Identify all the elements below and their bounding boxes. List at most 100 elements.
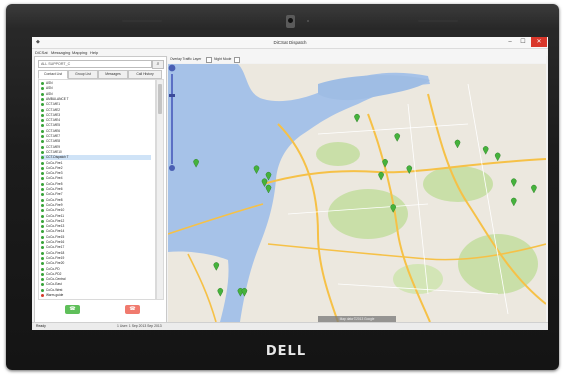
list-item[interactable]: CCT-ME8 [41, 139, 151, 144]
zoom-slider-thumb[interactable] [169, 94, 175, 97]
hangup-button[interactable]: ☎ [125, 305, 140, 314]
list-item[interactable]: CoCo-Fire16 [41, 240, 151, 245]
list-item[interactable]: CoCo-Fire2 [41, 166, 151, 171]
tab-contact-list[interactable]: Contact List [38, 70, 68, 79]
list-item-label: CoCo-Fire16 [46, 240, 65, 244]
list-item[interactable]: CoCo-Fire4 [41, 176, 151, 181]
list-item-label: CoCo-Fire7 [46, 192, 63, 197]
status-dot-icon [41, 161, 44, 165]
list-item[interactable]: CoCo-Fire7 [41, 192, 151, 197]
list-item[interactable]: CoCo-Fire9 [41, 203, 151, 208]
zoom-out-icon[interactable] [169, 165, 175, 171]
list-item[interactable]: ASN [41, 92, 151, 97]
call-button[interactable]: ☎ [65, 305, 80, 314]
zoom-slider-track[interactable] [171, 74, 173, 164]
search-icon[interactable]: ⌕ [152, 60, 164, 69]
list-item[interactable]: CoCo-Fire3 [41, 171, 151, 176]
list-item[interactable]: CCT-ME10 [41, 150, 151, 155]
map-marker-icon[interactable] [494, 152, 501, 162]
status-dot-icon [41, 256, 44, 260]
night-mode-checkbox[interactable] [234, 57, 240, 63]
list-item[interactable]: CCT-ME5 [41, 123, 151, 128]
window-title: DiCSat Dispatch [273, 40, 307, 45]
list-scrollbar-thumb[interactable] [158, 84, 162, 114]
list-item[interactable]: CoCo-Fire8 [41, 198, 151, 203]
list-item[interactable]: CoCo-PD [41, 267, 151, 272]
map-marker-icon[interactable] [511, 178, 517, 188]
zoom-control[interactable] [168, 64, 176, 172]
list-item[interactable]: CoCo-Fire20 [41, 261, 151, 266]
list-item[interactable]: Warm-guide [41, 293, 151, 298]
close-button[interactable]: ✕ [531, 37, 547, 47]
traffic-layer-checkbox[interactable] [206, 57, 212, 63]
menu-mapping[interactable]: Mapping [72, 50, 87, 55]
list-item[interactable]: CoCo-East [41, 282, 151, 287]
list-scrollbar[interactable] [156, 79, 164, 300]
list-item-label: CCT-ME5 [46, 123, 60, 128]
list-item[interactable]: ASN [41, 86, 151, 91]
tab-messages[interactable]: Messages [98, 70, 128, 79]
map-marker-icon[interactable] [394, 133, 400, 142]
pan-control-icon[interactable] [168, 64, 176, 72]
sf-peninsula-land [168, 251, 229, 322]
list-item[interactable]: CoCo-Central [41, 277, 151, 282]
map-marker-icon[interactable] [454, 139, 461, 149]
list-item[interactable]: CCT-ME9 [41, 145, 151, 150]
list-item-label: CoCo-West [46, 287, 63, 292]
list-item[interactable]: CoCo-Fire18 [41, 251, 151, 256]
list-item[interactable]: AMBULANCE T [41, 97, 151, 102]
list-item[interactable]: CoCo-Fire12 [41, 219, 151, 224]
map-marker-icon[interactable] [482, 146, 489, 155]
list-item[interactable]: CCT-Dispatch T [41, 155, 151, 161]
list-item[interactable]: CoCo-Fire6 [41, 187, 151, 192]
status-dot-icon [41, 103, 44, 107]
map-marker-icon[interactable] [378, 171, 384, 181]
traffic-layer-label: Overlay Traffic Layer [170, 57, 202, 61]
list-item-label: CoCo-East [46, 282, 62, 287]
status-dot-icon [41, 188, 44, 191]
menu-help[interactable]: Help [90, 50, 98, 55]
list-item[interactable]: ASN [41, 81, 151, 86]
minimize-button[interactable]: – [504, 37, 516, 47]
map-marker-icon[interactable] [511, 197, 517, 207]
menu-dicsat[interactable]: DiCSat [35, 50, 48, 55]
tab-call-history[interactable]: Call History [128, 70, 162, 79]
status-dot-icon [41, 182, 44, 186]
status-right: 1 User: 1 Sep 2013 Sep 2013 [117, 324, 162, 328]
list-item[interactable]: CCT-ME3 [41, 113, 151, 118]
list-item[interactable]: CoCo-Fire11 [41, 214, 151, 219]
list-item[interactable]: CoCo-Fire19 [41, 256, 151, 261]
map-marker-icon[interactable] [382, 159, 388, 168]
contact-search-input[interactable]: ALL SUPPORT_C [38, 60, 152, 68]
list-item[interactable]: CoCo-Fire5 [41, 182, 151, 187]
list-item[interactable]: CCT-ME2 [41, 108, 151, 113]
list-item[interactable]: CCT-ME1 [41, 102, 151, 107]
map-view[interactable]: Map data ©2013 Google [168, 64, 546, 322]
menu-messaging[interactable]: Messaging [51, 50, 70, 55]
menu-bar: DiCSat Messaging Mapping Help [32, 49, 548, 56]
list-item[interactable]: CCT-ME6 [41, 129, 151, 134]
map-marker-icon[interactable] [354, 113, 360, 123]
map-canvas[interactable] [168, 64, 546, 322]
list-item[interactable]: CoCo-West [41, 288, 151, 293]
list-item[interactable]: CoCo-Fire1 [41, 161, 151, 166]
list-item[interactable]: CoCo-Fire10 [41, 208, 151, 213]
list-item-label: CoCo-Fire13 [46, 224, 65, 229]
list-item-label: CCT-Dispatch T [46, 155, 69, 160]
list-item[interactable]: CoCo-Fire17 [41, 245, 151, 250]
status-dot-icon [41, 193, 44, 197]
list-item[interactable]: CoCo-Fire13 [41, 224, 151, 229]
status-dot-icon [41, 166, 44, 170]
contact-tabs: Contact List Group List Messages Call Hi… [38, 70, 163, 79]
tab-group-list[interactable]: Group List [68, 70, 98, 79]
map-marker-icon[interactable] [531, 184, 537, 194]
status-dot-icon [41, 283, 44, 287]
list-item[interactable]: CoCo-Fire14 [41, 229, 151, 234]
maximize-button[interactable]: ☐ [517, 37, 529, 47]
list-item-label: CoCo-Fire3 [46, 171, 63, 176]
list-item[interactable]: CoCo-Fire15 [41, 235, 151, 240]
list-item[interactable]: CCT-ME7 [41, 134, 151, 139]
list-item-label: CoCo-Fire4 [46, 176, 63, 181]
list-item[interactable]: CCT-ME4 [41, 118, 151, 123]
list-item[interactable]: CoCo-PD2 [41, 272, 151, 277]
